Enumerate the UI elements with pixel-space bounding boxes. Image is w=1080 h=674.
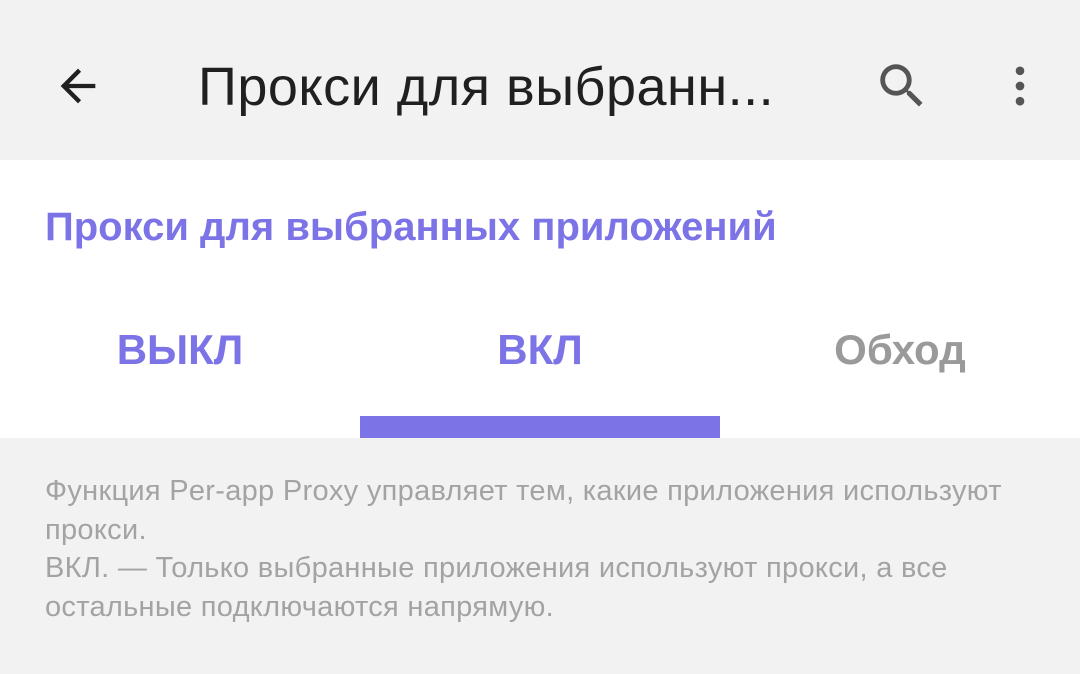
tab-on[interactable]: ВКЛ: [360, 315, 720, 385]
toolbar: Прокси для выбранн...: [0, 0, 1080, 160]
page-title: Прокси для выбранн...: [198, 57, 775, 117]
arrow-back-icon: [60, 68, 96, 104]
tab-bypass[interactable]: Обход: [720, 315, 1080, 385]
more-vert-icon: [1015, 66, 1025, 106]
more-options-button[interactable]: [982, 48, 1058, 124]
proxy-mode-card: Прокси для выбранных приложений ВЫКЛ ВКЛ…: [0, 160, 1080, 438]
description-line-2: ВКЛ. — Только выбранные приложения испол…: [45, 552, 948, 623]
section-title: Прокси для выбранных приложений: [45, 205, 777, 249]
search-button[interactable]: [864, 48, 940, 124]
description-line-1: Функция Per-app Proxy управляет тем, как…: [45, 475, 1002, 546]
selected-tab-indicator: [360, 416, 720, 438]
search-icon: [880, 64, 923, 107]
back-button[interactable]: [40, 48, 116, 124]
tab-off[interactable]: ВЫКЛ: [0, 315, 360, 385]
description-text: Функция Per-app Proxy управляет тем, как…: [45, 472, 1035, 626]
